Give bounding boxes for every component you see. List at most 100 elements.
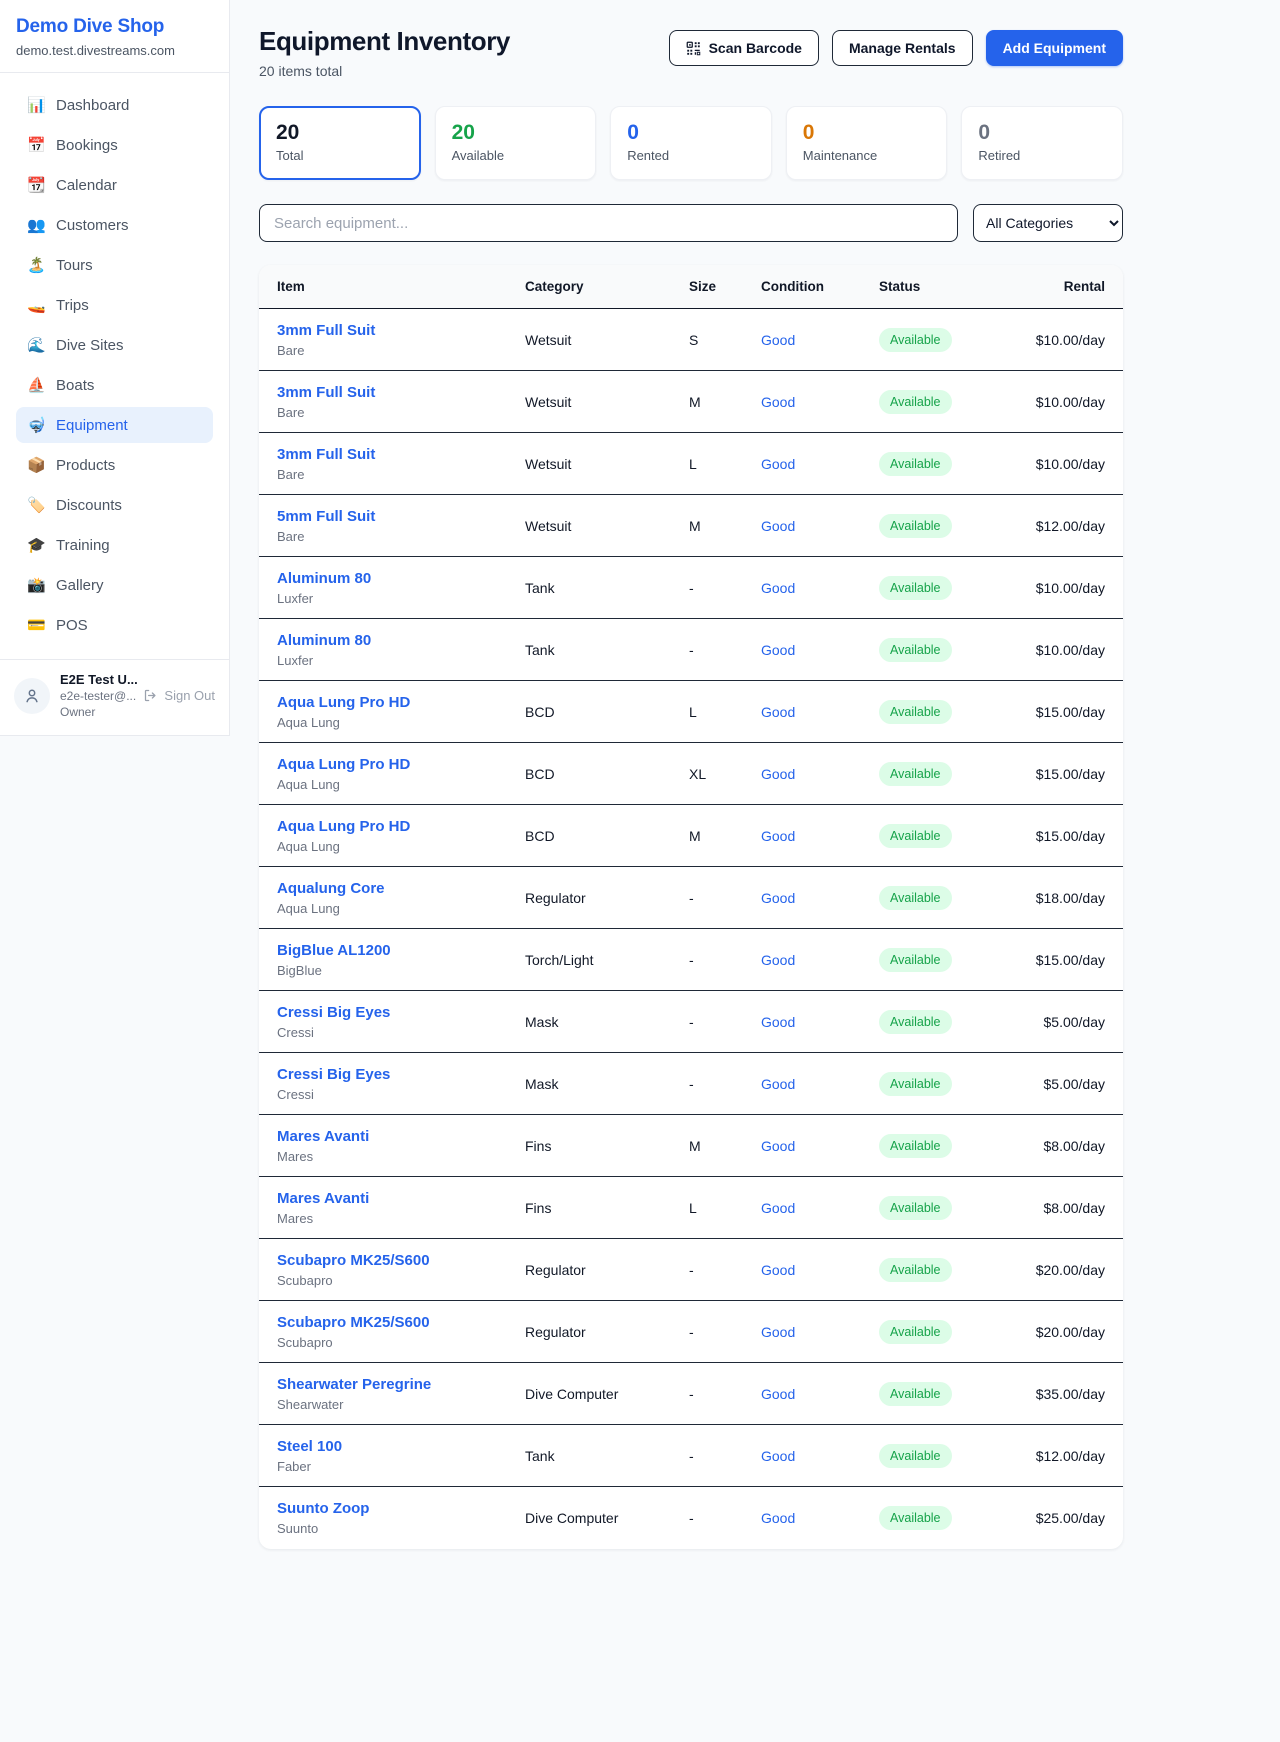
category-filter-select[interactable]: All Categories bbox=[973, 204, 1123, 242]
sidebar-item-dashboard[interactable]: 📊Dashboard bbox=[16, 87, 213, 123]
sidebar-item-dive-sites[interactable]: 🌊Dive Sites bbox=[16, 327, 213, 363]
brand-header: Demo Dive Shop demo.test.divestreams.com bbox=[0, 0, 229, 73]
item-condition[interactable]: Good bbox=[761, 518, 879, 534]
item-condition[interactable]: Good bbox=[761, 1262, 879, 1278]
item-rental-rate: $8.00/day bbox=[1021, 1200, 1105, 1216]
item-condition[interactable]: Good bbox=[761, 1386, 879, 1402]
sidebar-item-calendar[interactable]: 📆Calendar bbox=[16, 167, 213, 203]
table-row: Steel 100FaberTank-GoodAvailable$12.00/d… bbox=[259, 1425, 1123, 1487]
scan-barcode-button[interactable]: Scan Barcode bbox=[669, 30, 819, 66]
item-size: L bbox=[689, 456, 761, 472]
item-status-cell: Available bbox=[879, 1134, 1021, 1158]
sidebar-item-pos[interactable]: 💳POS bbox=[16, 607, 213, 643]
item-name-link[interactable]: 3mm Full Suit bbox=[277, 322, 525, 339]
item-name-link[interactable]: Scubapro MK25/S600 bbox=[277, 1314, 525, 1331]
item-condition[interactable]: Good bbox=[761, 642, 879, 658]
item-name-link[interactable]: 3mm Full Suit bbox=[277, 384, 525, 401]
sidebar-item-equipment[interactable]: 🤿Equipment bbox=[16, 407, 213, 443]
sidebar-item-tours[interactable]: 🏝️Tours bbox=[16, 247, 213, 283]
item-name-link[interactable]: Aqua Lung Pro HD bbox=[277, 818, 525, 835]
sidebar-item-discounts[interactable]: 🏷️Discounts bbox=[16, 487, 213, 523]
title-block: Equipment Inventory 20 items total bbox=[259, 26, 510, 79]
shop-name[interactable]: Demo Dive Shop bbox=[16, 16, 213, 38]
status-badge: Available bbox=[879, 1072, 952, 1096]
item-rental-rate: $5.00/day bbox=[1021, 1076, 1105, 1092]
item-brand: Faber bbox=[277, 1459, 525, 1474]
item-brand: BigBlue bbox=[277, 963, 525, 978]
sidebar-item-label: Calendar bbox=[56, 177, 117, 194]
item-condition[interactable]: Good bbox=[761, 1076, 879, 1092]
status-badge: Available bbox=[879, 1134, 952, 1158]
item-name-link[interactable]: Aqua Lung Pro HD bbox=[277, 756, 525, 773]
item-category: Wetsuit bbox=[525, 332, 689, 348]
item-name-link[interactable]: Mares Avanti bbox=[277, 1128, 525, 1145]
trips-icon: 🚤 bbox=[27, 296, 45, 314]
stat-card-available[interactable]: 20Available bbox=[435, 106, 597, 180]
item-cell: 3mm Full SuitBare bbox=[277, 384, 525, 420]
add-equipment-button[interactable]: Add Equipment bbox=[986, 30, 1123, 66]
item-category: Mask bbox=[525, 1014, 689, 1030]
item-condition[interactable]: Good bbox=[761, 1324, 879, 1340]
sign-out-button[interactable]: Sign Out bbox=[143, 688, 215, 703]
item-cell: Steel 100 Faber bbox=[277, 1438, 525, 1474]
item-cell: Aqua Lung Pro HDAqua Lung bbox=[277, 756, 525, 792]
item-condition[interactable]: Good bbox=[761, 580, 879, 596]
item-name-link[interactable]: Shearwater Peregrine bbox=[277, 1376, 525, 1393]
stat-card-retired[interactable]: 0Retired bbox=[961, 106, 1123, 180]
item-name-link[interactable]: Suunto Zoop bbox=[277, 1500, 525, 1517]
item-rental-rate: $18.00/day bbox=[1021, 890, 1105, 906]
item-condition[interactable]: Good bbox=[761, 952, 879, 968]
item-condition[interactable]: Good bbox=[761, 394, 879, 410]
item-cell: Mares AvantiMares bbox=[277, 1190, 525, 1226]
status-badge: Available bbox=[879, 514, 952, 538]
item-category: BCD bbox=[525, 704, 689, 720]
item-cell: Suunto ZoopSuunto bbox=[277, 1500, 525, 1536]
table-row: Aqua Lung Pro HDAqua LungBCDLGoodAvailab… bbox=[259, 681, 1123, 743]
item-name-link[interactable]: Steel 100 bbox=[277, 1438, 525, 1455]
sidebar-item-customers[interactable]: 👥Customers bbox=[16, 207, 213, 243]
item-name-link[interactable]: Aqualung Core bbox=[277, 880, 525, 897]
item-name-link[interactable]: Cressi Big Eyes bbox=[277, 1004, 525, 1021]
item-name-link[interactable]: BigBlue AL1200 bbox=[277, 942, 525, 959]
item-name-link[interactable]: Aluminum 80 bbox=[277, 632, 525, 649]
item-name-link[interactable]: Scubapro MK25/S600 bbox=[277, 1252, 525, 1269]
item-condition[interactable]: Good bbox=[761, 828, 879, 844]
item-brand: Aqua Lung bbox=[277, 839, 525, 854]
sidebar-item-boats[interactable]: ⛵Boats bbox=[16, 367, 213, 403]
table-row: Aqualung CoreAqua LungRegulator-GoodAvai… bbox=[259, 867, 1123, 929]
item-condition[interactable]: Good bbox=[761, 1014, 879, 1030]
item-condition[interactable]: Good bbox=[761, 1448, 879, 1464]
sidebar-item-training[interactable]: 🎓Training bbox=[16, 527, 213, 563]
item-name-link[interactable]: Mares Avanti bbox=[277, 1190, 525, 1207]
equipment-icon: 🤿 bbox=[27, 416, 45, 434]
item-cell: Scubapro MK25/S600Scubapro bbox=[277, 1252, 525, 1288]
item-condition[interactable]: Good bbox=[761, 332, 879, 348]
manage-rentals-button[interactable]: Manage Rentals bbox=[832, 30, 973, 66]
item-condition[interactable]: Good bbox=[761, 890, 879, 906]
item-condition[interactable]: Good bbox=[761, 1510, 879, 1526]
stat-card-rented[interactable]: 0Rented bbox=[610, 106, 772, 180]
item-name-link[interactable]: 5mm Full Suit bbox=[277, 508, 525, 525]
user-meta: E2E Test U... e2e-tester@... Owner bbox=[60, 672, 133, 719]
stat-card-total[interactable]: 20Total bbox=[259, 106, 421, 180]
status-badge: Available bbox=[879, 700, 952, 724]
item-condition[interactable]: Good bbox=[761, 704, 879, 720]
bookings-icon: 📅 bbox=[27, 136, 45, 154]
item-cell: Cressi Big EyesCressi bbox=[277, 1066, 525, 1102]
stat-value: 0 bbox=[978, 121, 1106, 145]
stat-card-maintenance[interactable]: 0Maintenance bbox=[786, 106, 948, 180]
item-condition[interactable]: Good bbox=[761, 1138, 879, 1154]
item-name-link[interactable]: Aqua Lung Pro HD bbox=[277, 694, 525, 711]
item-name-link[interactable]: Cressi Big Eyes bbox=[277, 1066, 525, 1083]
sidebar-item-gallery[interactable]: 📸Gallery bbox=[16, 567, 213, 603]
sidebar-item-products[interactable]: 📦Products bbox=[16, 447, 213, 483]
item-name-link[interactable]: 3mm Full Suit bbox=[277, 446, 525, 463]
search-input[interactable] bbox=[259, 204, 958, 242]
sidebar-item-bookings[interactable]: 📅Bookings bbox=[16, 127, 213, 163]
item-condition[interactable]: Good bbox=[761, 1200, 879, 1216]
item-condition[interactable]: Good bbox=[761, 456, 879, 472]
sidebar-item-trips[interactable]: 🚤Trips bbox=[16, 287, 213, 323]
sidebar-item-label: Tours bbox=[56, 257, 93, 274]
item-condition[interactable]: Good bbox=[761, 766, 879, 782]
item-name-link[interactable]: Aluminum 80 bbox=[277, 570, 525, 587]
